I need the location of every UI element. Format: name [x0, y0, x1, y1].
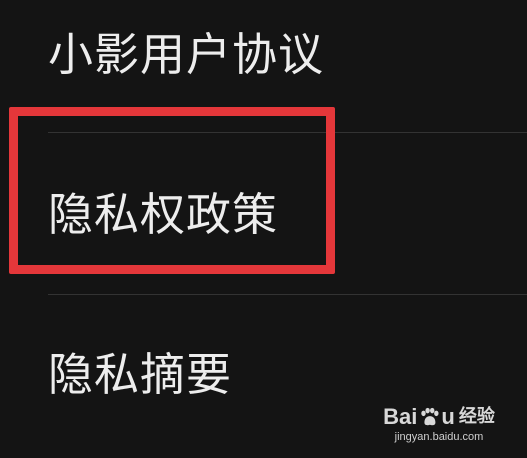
menu-item-privacy-policy[interactable]: 隐私权政策	[0, 133, 527, 294]
baidu-jingyan-watermark: Bai u 经验 jingyan.baidu.com	[379, 404, 499, 448]
watermark-brand-right: u	[441, 404, 455, 429]
paw-icon	[421, 407, 439, 426]
watermark-url: jingyan.baidu.com	[394, 431, 484, 443]
watermark-brand-cn: 经验	[458, 406, 495, 427]
menu-item-label: 隐私摘要	[48, 348, 233, 401]
watermark-logo: Bai u 经验	[379, 404, 499, 430]
menu-item-user-agreement[interactable]: 小影用户协议	[0, 0, 527, 132]
watermark-brand-left: Bai	[383, 404, 418, 429]
menu-item-label: 小影用户协议	[48, 28, 325, 81]
menu-item-label: 隐私权政策	[48, 188, 279, 241]
